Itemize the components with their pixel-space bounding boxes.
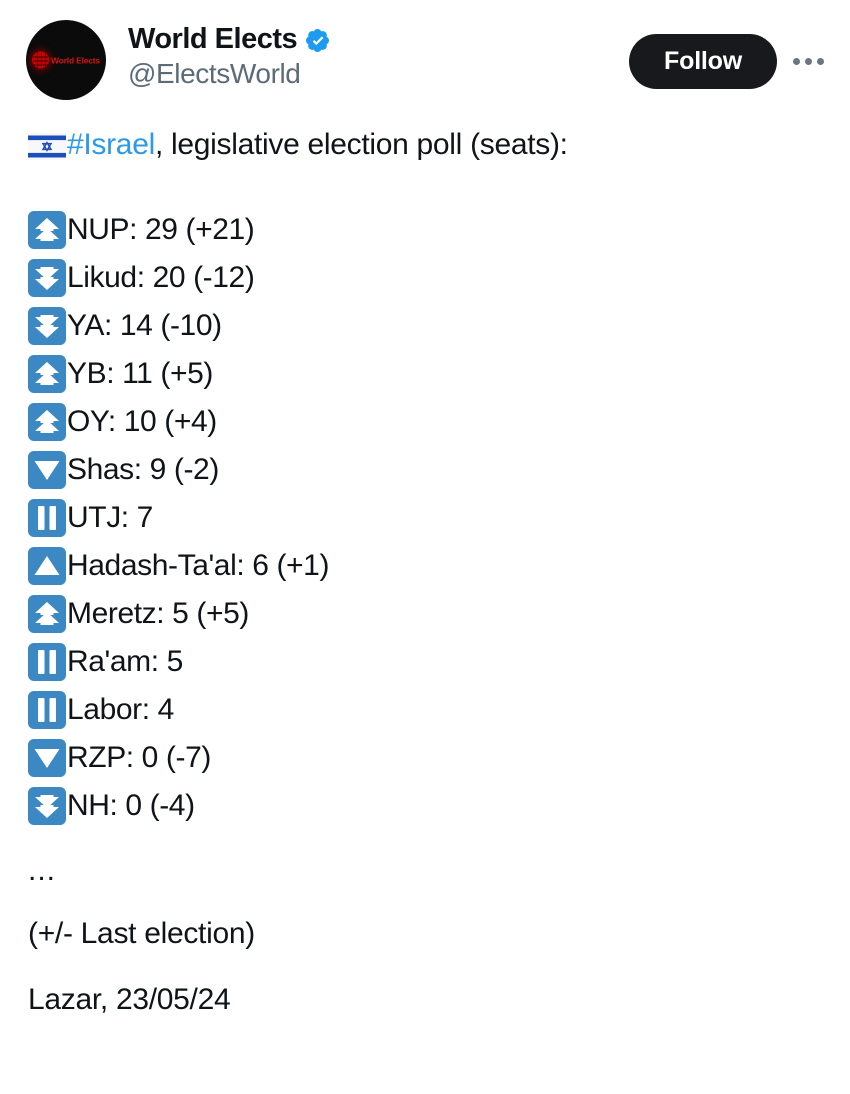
poll-row-label: NUP: 29 (+21) — [67, 213, 255, 247]
truncation-ellipsis: ... — [28, 854, 57, 888]
up-triangle-icon — [28, 547, 66, 586]
table-row: Ra'am: 5 — [28, 638, 824, 686]
tweet-header: World Elects World Elects @ElectsWorld F… — [0, 0, 850, 104]
table-row: Shas: 9 (-2) — [28, 446, 824, 494]
account-identity: World Elects @ElectsWorld — [128, 18, 629, 90]
table-row: Meretz: 5 (+5) — [28, 590, 824, 638]
more-options-icon[interactable] — [791, 52, 826, 71]
table-row: Likud: 20 (-12) — [28, 254, 824, 302]
poll-row-label: NH: 0 (-4) — [67, 789, 195, 823]
pause-icon — [28, 499, 66, 538]
double-up-arrow-icon — [28, 595, 66, 634]
double-down-arrow-icon — [28, 259, 66, 298]
table-row: RZP: 0 (-7) — [28, 734, 824, 782]
poll-row-label: Labor: 4 — [67, 693, 174, 727]
table-row: OY: 10 (+4) — [28, 398, 824, 446]
dot — [805, 58, 812, 65]
poll-row-label: UTJ: 7 — [67, 501, 153, 535]
display-name[interactable]: World Elects — [128, 24, 298, 55]
down-triangle-icon — [28, 739, 66, 778]
poll-row-label: YA: 14 (-10) — [67, 309, 222, 343]
poll-row-label: Shas: 9 (-2) — [67, 453, 219, 487]
tweet-body: #Israel , legislative election poll (sea… — [0, 104, 850, 1018]
legend-footnote: (+/- Last election) — [28, 917, 255, 951]
double-up-arrow-icon — [28, 355, 66, 394]
pause-icon — [28, 691, 66, 730]
account-handle[interactable]: @ElectsWorld — [128, 59, 629, 90]
poll-row-label: Meretz: 5 (+5) — [67, 597, 249, 631]
avatar-inner: World Elects — [26, 51, 106, 69]
table-row: Labor: 4 — [28, 686, 824, 734]
globe-icon — [32, 51, 50, 69]
double-up-arrow-icon — [28, 403, 66, 442]
table-row: YA: 14 (-10) — [28, 302, 824, 350]
pollster-source: Lazar, 23/05/24 — [28, 983, 231, 1017]
table-row: YB: 11 (+5) — [28, 350, 824, 398]
double-down-arrow-icon — [28, 787, 66, 826]
avatar[interactable]: World Elects — [26, 20, 106, 100]
table-row: UTJ: 7 — [28, 494, 824, 542]
avatar-wordmark: World Elects — [51, 55, 100, 65]
down-triangle-icon — [28, 451, 66, 490]
headline-text: , legislative election poll (seats): — [154, 128, 568, 161]
poll-row-label: Hadash-Ta'al: 6 (+1) — [67, 549, 330, 583]
pause-icon — [28, 643, 66, 682]
double-down-arrow-icon — [28, 307, 66, 346]
israel-flag-emoji — [28, 132, 66, 160]
tweet-headline: #Israel , legislative election poll (sea… — [28, 126, 824, 164]
verified-badge-icon — [306, 29, 330, 53]
double-up-arrow-icon — [28, 211, 66, 250]
poll-results-list: NUP: 29 (+21) Likud: 20 (-12) YA: 14 (-1… — [28, 206, 824, 830]
table-row: NUP: 29 (+21) — [28, 206, 824, 254]
dot — [793, 58, 800, 65]
poll-row-label: YB: 11 (+5) — [67, 357, 213, 391]
poll-row-label: RZP: 0 (-7) — [67, 741, 211, 775]
table-row: Hadash-Ta'al: 6 (+1) — [28, 542, 824, 590]
poll-row-label: Ra'am: 5 — [67, 645, 183, 679]
follow-button[interactable]: Follow — [629, 34, 777, 89]
poll-row-label: Likud: 20 (-12) — [67, 261, 255, 295]
poll-row-label: OY: 10 (+4) — [67, 405, 217, 439]
dot — [817, 58, 824, 65]
name-row: World Elects — [128, 24, 629, 54]
header-actions: Follow — [629, 18, 826, 89]
hashtag-israel[interactable]: #Israel — [67, 126, 155, 164]
table-row: NH: 0 (-4) — [28, 782, 824, 830]
